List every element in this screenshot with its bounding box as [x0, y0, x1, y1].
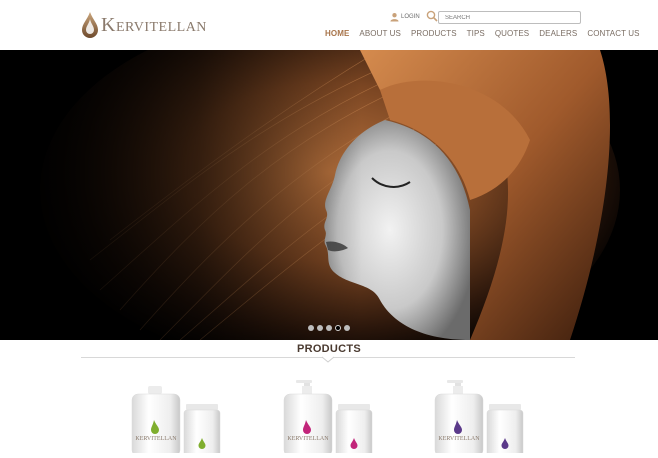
product-label: KERVITELLAN — [135, 436, 177, 442]
slider-dot[interactable] — [326, 325, 332, 331]
product-bottle-image: KERVITELLAN — [131, 386, 221, 457]
nav-item-about-us[interactable]: ABOUT US — [359, 29, 401, 38]
nav-item-tips[interactable]: TIPS — [467, 29, 485, 38]
search-icon[interactable] — [426, 10, 438, 22]
site-header: Kervitellan LOGIN HOME ABOUT US PRODUCTS TI… — [0, 0, 658, 50]
chevron-down-icon — [322, 356, 334, 363]
nav-item-dealers[interactable]: DEALERS — [539, 29, 577, 38]
slider-dot[interactable] — [317, 325, 323, 331]
drop-logo-icon — [82, 12, 98, 38]
login-label: LOGIN — [401, 14, 420, 20]
search-input[interactable] — [438, 11, 581, 24]
nav-item-quotes[interactable]: QUOTES — [495, 29, 529, 38]
main-nav: HOME ABOUT US PRODUCTS TIPS QUOTES DEALERS CON… — [325, 29, 640, 38]
product-label: KERVITELLAN — [287, 436, 329, 442]
site-logo[interactable]: Kervitellan — [81, 10, 207, 40]
logo-text: Kervitellan — [101, 14, 207, 36]
product-card[interactable]: KERVITELLAN — [433, 378, 533, 457]
hero-image — [0, 50, 658, 340]
slider-dot[interactable] — [335, 325, 341, 331]
slider-dots — [308, 325, 353, 331]
nav-item-contact-us[interactable]: CONTACT US — [587, 29, 639, 38]
product-label: KERVITELLAN — [438, 436, 480, 442]
products-heading: PRODUCTS — [296, 343, 362, 355]
product-card[interactable]: KERVITELLAN — [130, 378, 230, 457]
slider-dot[interactable] — [344, 325, 350, 331]
login-link[interactable]: LOGIN — [390, 12, 420, 22]
product-bottle-image: KERVITELLAN — [434, 380, 524, 457]
product-bottle-image: KERVITELLAN — [283, 380, 373, 457]
hero-slider[interactable] — [0, 50, 658, 340]
slider-dot[interactable] — [308, 325, 314, 331]
user-icon — [390, 13, 399, 22]
product-card[interactable]: KERVITELLAN — [282, 378, 382, 457]
nav-item-home[interactable]: HOME — [325, 29, 349, 38]
nav-item-products[interactable]: PRODUCTS — [411, 29, 457, 38]
